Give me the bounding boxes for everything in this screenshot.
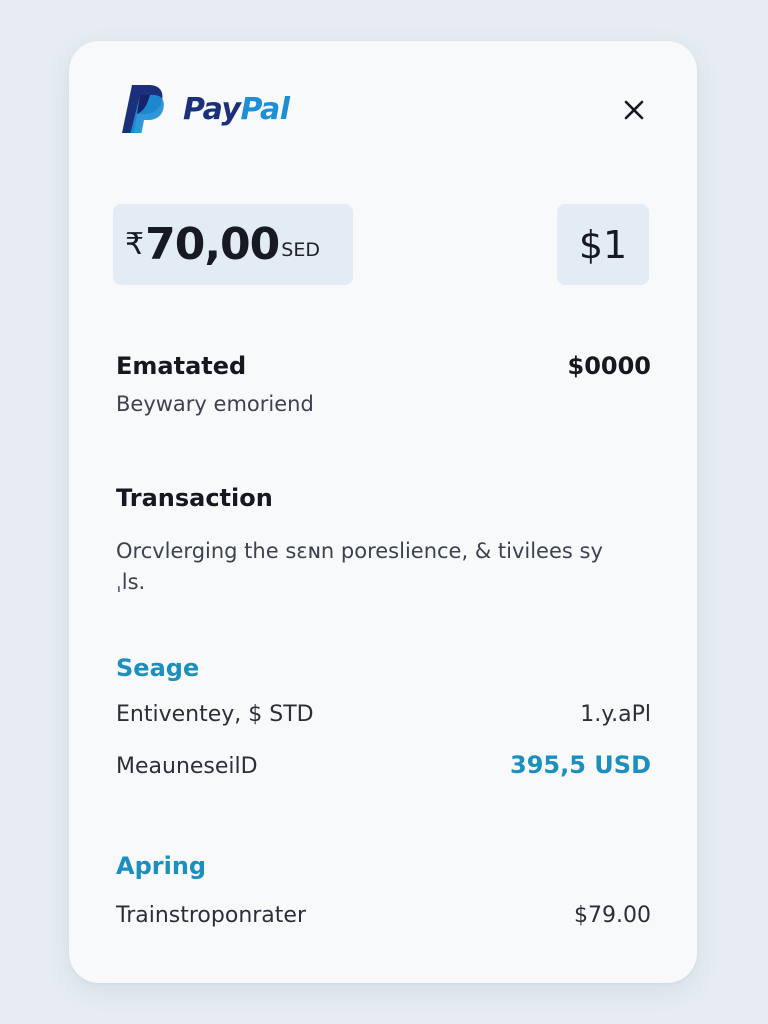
transaction-description: Orcvlerging the sɛɴn poreslience, & tivi…	[116, 539, 603, 594]
section-title-seage: Seage	[116, 654, 200, 682]
section-title-apring: Apring	[116, 852, 207, 880]
wordmark-pal: Pal	[240, 91, 290, 127]
line-item-value-highlight: 395,5 USD	[510, 751, 651, 779]
close-button[interactable]	[617, 93, 651, 127]
transaction-title: Transaction	[116, 484, 273, 512]
estimated-title: Ematated	[116, 352, 247, 380]
secondary-amount[interactable]: $1	[557, 204, 649, 285]
amount-value: 70,00	[145, 219, 280, 270]
paypal-wordmark: PayPal	[183, 92, 290, 127]
wordmark-pay: Pay	[183, 91, 241, 127]
line-item-label: Trainstroponrater	[116, 903, 306, 928]
line-item-value: 1.y.aPl	[580, 702, 651, 727]
close-icon	[624, 100, 644, 120]
line-item-value: $79.00	[574, 903, 651, 928]
estimated-subtitle-row: Beywary emoriend	[116, 392, 651, 416]
line-item-label: MeauneseilD	[116, 754, 258, 779]
line-item-label: Entiventey, $ STD	[116, 702, 314, 727]
paypal-logo-icon	[122, 85, 164, 133]
brand-header: PayPal	[119, 82, 290, 136]
line-item: Trainstroponrater $79.00	[116, 903, 651, 928]
estimated-subtitle: Beywary emoriend	[116, 392, 314, 416]
estimated-row: Ematated $0000	[116, 352, 651, 380]
line-item: Entiventey, $ STD 1.y.aPl	[116, 702, 651, 727]
transaction-title-row: Transaction	[116, 484, 651, 512]
amount-display[interactable]: ₹ 70,00 SED	[113, 204, 353, 285]
estimated-value: $0000	[567, 352, 652, 380]
payment-card: PayPal ₹ 70,00 SED $1 Ematated $0000 Bey…	[69, 41, 697, 983]
currency-symbol: ₹	[125, 227, 145, 262]
line-item: MeauneseilD 395,5 USD	[116, 751, 651, 779]
currency-code: SED	[281, 238, 320, 261]
